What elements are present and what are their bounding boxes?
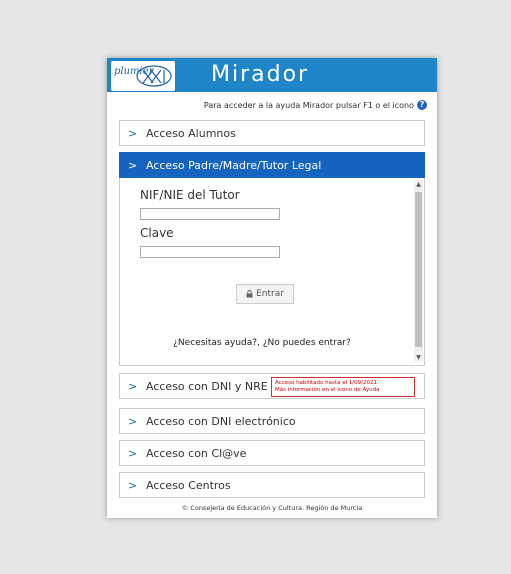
- help-line: Para acceder a la ayuda Mirador pulsar F…: [204, 100, 427, 110]
- notice-line-1: Acceso habilitado hasta el 1/09/2021.: [275, 380, 379, 386]
- clave-input[interactable]: [140, 246, 280, 258]
- entrar-button[interactable]: Entrar: [236, 284, 294, 304]
- chevron-right-icon: >: [128, 126, 138, 140]
- scroll-down-icon[interactable]: ▼: [414, 353, 423, 362]
- form-scrollbar[interactable]: ▲ ▼: [414, 180, 423, 362]
- xxi-logo-icon: [136, 65, 172, 87]
- tutor-login-form: NIF/NIE del Tutor Clave Entrar ¿Necesita…: [119, 178, 425, 366]
- nif-input[interactable]: [140, 208, 280, 220]
- section-label: Acceso con DNI electrónico: [146, 414, 296, 428]
- app-title: Mirador: [211, 62, 310, 87]
- help-icon[interactable]: ?: [417, 100, 427, 110]
- section-label: Acceso Centros: [146, 478, 231, 492]
- footer-copyright: © Consejería de Educación y Cultura. Reg…: [181, 504, 363, 512]
- lock-icon: [246, 290, 253, 298]
- section-label: Acceso Padre/Madre/Tutor Legal: [146, 158, 322, 172]
- help-text: Para acceder a la ayuda Mirador pulsar F…: [203, 100, 414, 110]
- notice-line-2: Más información en el icono de Ayuda: [275, 387, 380, 393]
- section-label: Acceso Alumnos: [146, 126, 236, 140]
- access-notice: Acceso habilitado hasta el 1/09/2021. Má…: [271, 377, 415, 397]
- scroll-up-icon[interactable]: ▲: [414, 180, 423, 189]
- login-panel: plumier Mirador Para acceder a la ayuda …: [107, 58, 437, 518]
- section-acceso-clave[interactable]: > Acceso con Cl@ve: [119, 440, 425, 466]
- section-acceso-dni-nre[interactable]: > Acceso con DNI y NRE Acceso habilitado…: [119, 373, 425, 399]
- chevron-right-icon: >: [128, 158, 138, 172]
- section-label: Acceso con Cl@ve: [146, 446, 247, 460]
- need-help-link[interactable]: ¿Necesitas ayuda?, ¿No puedes entrar?: [120, 338, 404, 348]
- app-header: plumier Mirador: [107, 58, 437, 92]
- nif-label: NIF/NIE del Tutor: [140, 188, 240, 202]
- section-acceso-padre-madre-tutor[interactable]: > Acceso Padre/Madre/Tutor Legal: [119, 152, 425, 178]
- scroll-thumb[interactable]: [415, 192, 422, 347]
- section-acceso-alumnos[interactable]: > Acceso Alumnos: [119, 120, 425, 146]
- entrar-label: Entrar: [256, 289, 284, 299]
- section-acceso-centros[interactable]: > Acceso Centros: [119, 472, 425, 498]
- section-label: Acceso con DNI y NRE: [146, 379, 268, 393]
- chevron-right-icon: >: [128, 379, 138, 393]
- plumier-logo: plumier: [111, 61, 175, 91]
- chevron-right-icon: >: [128, 414, 138, 428]
- chevron-right-icon: >: [128, 446, 138, 460]
- clave-label: Clave: [140, 226, 174, 240]
- chevron-right-icon: >: [128, 478, 138, 492]
- section-acceso-dni-electronico[interactable]: > Acceso con DNI electrónico: [119, 408, 425, 434]
